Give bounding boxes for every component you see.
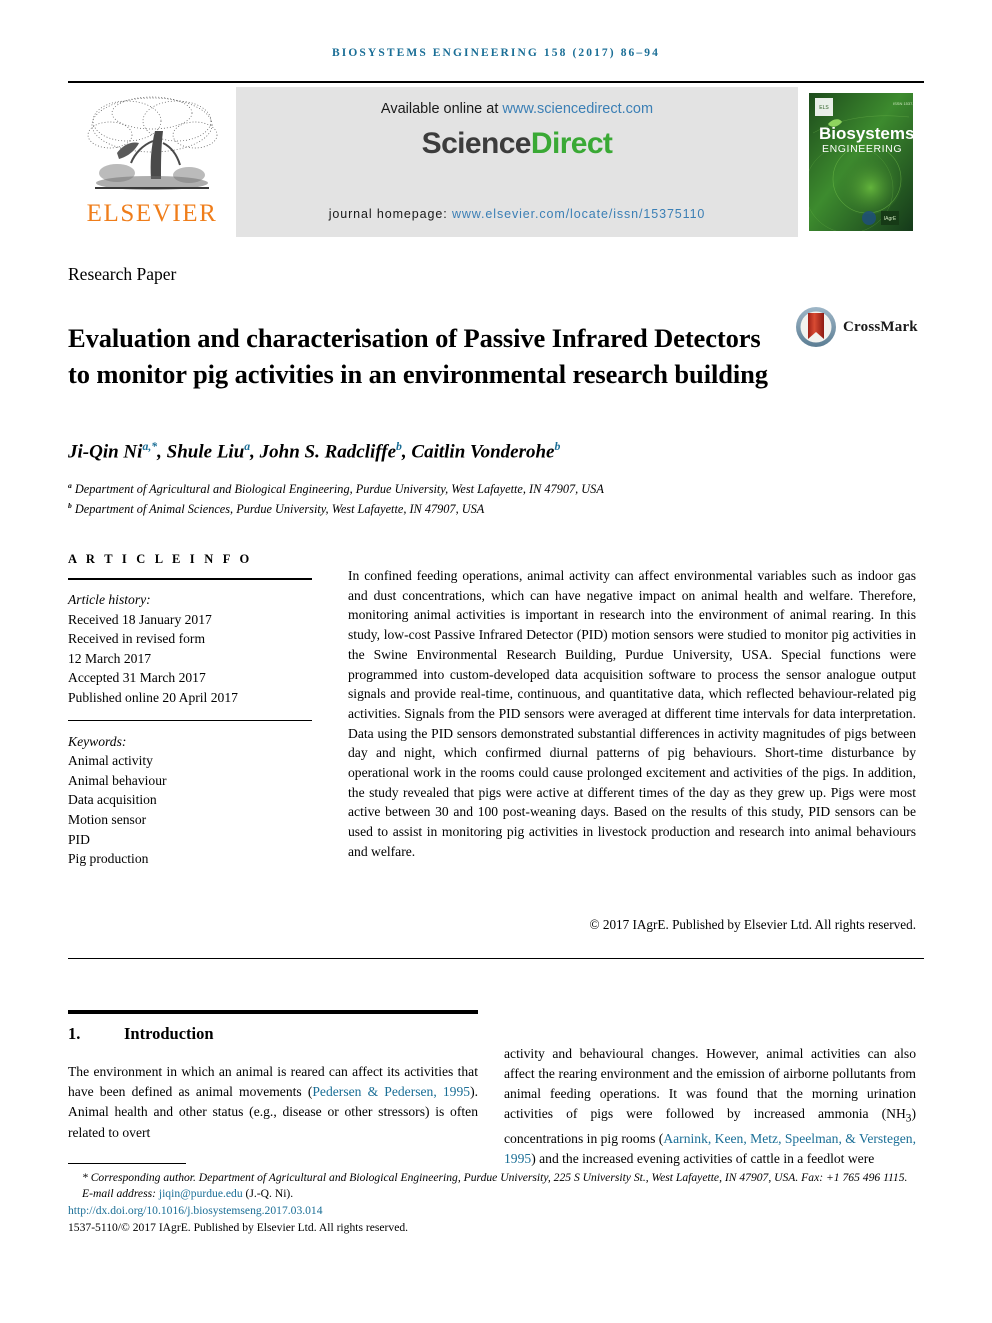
author-name: Shule Liu — [166, 441, 245, 463]
journal-homepage-line: journal homepage: www.elsevier.com/locat… — [236, 207, 798, 221]
keyword-item: Animal behaviour — [68, 772, 167, 788]
page-title: Evaluation and characterisation of Passi… — [68, 322, 768, 389]
available-online-line: Available online at www.sciencedirect.co… — [381, 101, 653, 117]
email-owner: (J.-Q. Ni). — [242, 1187, 294, 1201]
affiliation-text: Department of Agricultural and Biologica… — [74, 482, 604, 497]
email-label: E-mail address: — [82, 1187, 159, 1201]
journal-homepage-link[interactable]: www.elsevier.com/locate/issn/15375110 — [452, 207, 705, 221]
crossmark-label: CrossMark — [843, 318, 918, 335]
abstract-text: In confined feeding operations, animal a… — [348, 568, 916, 859]
svg-text:ENGINEERING: ENGINEERING — [822, 143, 902, 155]
paper-page: BIOSYSTEMS ENGINEERING 158 (2017) 86–94 — [0, 0, 992, 1323]
top-rule — [68, 81, 924, 83]
section-heading-rule — [68, 1010, 478, 1014]
article-info-rule — [68, 578, 312, 580]
section-divider-rule — [68, 958, 924, 959]
body-text-run: activity and behavioural changes. Howeve… — [504, 1045, 916, 1122]
sciencedirect-url-link[interactable]: www.sciencedirect.com — [502, 101, 653, 117]
article-history-label: Article history: — [68, 592, 151, 607]
affiliation-item: a Department of Agricultural and Biologi… — [68, 478, 898, 498]
affiliation-marker: b — [68, 500, 72, 510]
affiliation-marker: a — [68, 481, 72, 490]
keyword-item: Data acquisition — [68, 792, 157, 808]
body-column-right: activity and behavioural changes. Howeve… — [504, 1030, 916, 1183]
keyword-item: Motion sensor — [68, 811, 147, 827]
article-type-label: Research Paper — [68, 264, 177, 284]
footnote-block: * Corresponding author. Department of Ag… — [68, 1170, 924, 1236]
doi-link[interactable]: http://dx.doi.org/10.1016/j.biosystemsen… — [68, 1204, 323, 1217]
email-note: E-mail address: jiqin@purdue.edu (J.-Q. … — [68, 1186, 924, 1202]
available-online-label: Available online at — [380, 101, 503, 117]
issn-copyright-line: 1537-5110/© 2017 IAgrE. Published by Els… — [68, 1220, 409, 1234]
article-history-item: Received in revised form — [68, 631, 206, 647]
article-history-item: Accepted 31 March 2017 — [68, 670, 206, 686]
elsevier-logo-block: ELSEVIER — [68, 87, 236, 237]
keyword-item: Pig production — [68, 851, 149, 867]
author-affiliation-marker: b — [554, 440, 561, 453]
journal-cover-image: ELS ISSN 1537-5110 Biosystems ENGINEERIN… — [809, 93, 913, 231]
crossmark-badge[interactable]: CrossMark — [795, 306, 918, 348]
elsevier-wordmark: ELSEVIER — [86, 200, 218, 227]
svg-text:ISSN 1537-5110: ISSN 1537-5110 — [893, 101, 913, 106]
affiliation-item: b Department of Animal Sciences, Purdue … — [68, 498, 898, 518]
keyword-item: PID — [68, 831, 90, 847]
body-paragraph: The environment in which an animal is re… — [68, 1062, 478, 1143]
elsevier-tree-icon — [87, 96, 218, 190]
journal-cover-block: ELS ISSN 1537-5110 Biosystems ENGINEERIN… — [798, 87, 924, 237]
sciencedirect-logo-science: Science — [421, 127, 532, 160]
affiliation-list: a Department of Agricultural and Biologi… — [68, 478, 898, 517]
keywords-rule — [68, 719, 312, 721]
footnote-rule — [68, 1163, 186, 1164]
body-column-left: 1. Introduction The environment in which… — [68, 1010, 478, 1156]
corresponding-author-note: * Corresponding author. Department of Ag… — [82, 1171, 908, 1184]
article-history-item: Published online 20 April 2017 — [68, 689, 238, 705]
keyword-item: Animal activity — [68, 753, 153, 769]
author-name: Caitlin Vonderohe — [411, 441, 555, 463]
running-head: BIOSYSTEMS ENGINEERING 158 (2017) 86–94 — [332, 47, 660, 59]
author-name: John S. Radcliffe — [259, 441, 397, 463]
article-info-heading: A R T I C L E I N F O — [68, 552, 253, 566]
journal-masthead: ELSEVIER Available online at www.science… — [68, 87, 924, 237]
section-title: Introduction — [124, 1024, 214, 1043]
crossmark-icon — [796, 307, 836, 347]
copyright-line: © 2017 IAgrE. Published by Elsevier Ltd.… — [589, 917, 916, 932]
keywords-label: Keywords: — [68, 733, 127, 749]
body-text-run: ) and the increased evening activities o… — [531, 1151, 875, 1167]
sciencedirect-band: Available online at www.sciencedirect.co… — [236, 87, 798, 237]
email-link[interactable]: jiqin@purdue.edu — [159, 1187, 243, 1200]
affiliation-text: Department of Animal Sciences, Purdue Un… — [74, 501, 485, 516]
journal-homepage-label: journal homepage: — [328, 207, 452, 221]
author-list: Ji-Qin Nia,*, Shule Liua, John S. Radcli… — [68, 440, 561, 463]
author-affiliation-marker: a — [244, 440, 251, 453]
sciencedirect-logo-direct: Direct — [530, 127, 613, 160]
article-info-block: A R T I C L E I N F O Article history: R… — [68, 552, 312, 869]
section-number: 1. — [68, 1024, 81, 1043]
svg-text:IAgrE: IAgrE — [884, 216, 897, 222]
doi-line: http://dx.doi.org/10.1016/j.biosystemsen… — [68, 1203, 924, 1219]
article-history-item: 12 March 2017 — [68, 650, 152, 666]
section-heading: 1. Introduction — [68, 1024, 478, 1044]
svg-text:ELS: ELS — [819, 105, 829, 111]
article-history-item: Received 18 January 2017 — [68, 611, 212, 627]
author-affiliation-marker: b — [396, 440, 402, 453]
sciencedirect-logo[interactable]: ScienceDirect — [422, 127, 613, 161]
author-name: Ji-Qin Ni — [68, 441, 143, 463]
svg-text:Biosystems: Biosystems — [819, 124, 913, 143]
citation-link[interactable]: Pedersen & Pedersen, 1995 — [312, 1084, 470, 1099]
author-affiliation-marker: a,* — [142, 440, 158, 453]
body-paragraph: activity and behavioural changes. Howeve… — [504, 1044, 916, 1170]
